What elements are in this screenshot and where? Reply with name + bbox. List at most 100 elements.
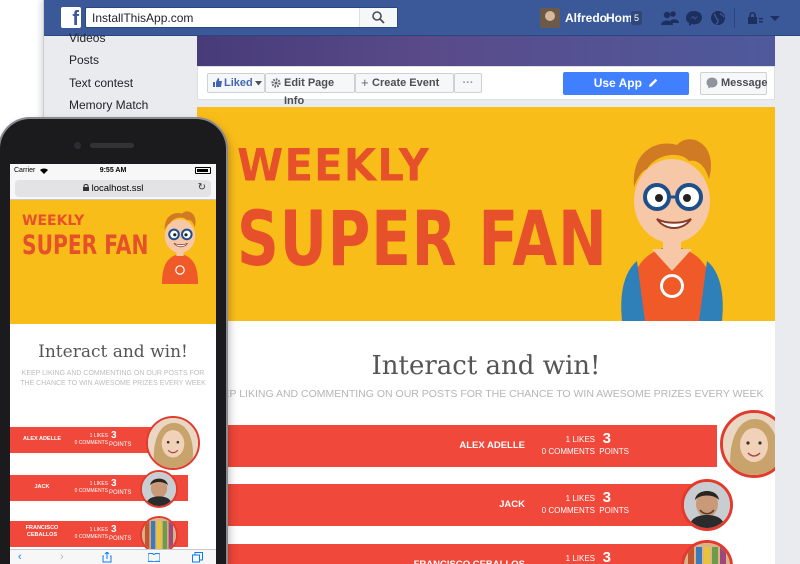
search-box[interactable]: InstallThisApp.com	[85, 7, 398, 28]
leader-points-label: POINTS	[599, 447, 629, 456]
battery-icon	[195, 167, 211, 174]
safari-toolbar: ‹ ›	[10, 549, 216, 564]
chevron-down-icon	[255, 81, 262, 86]
account-menu-icon[interactable]	[766, 10, 784, 26]
search-input[interactable]: InstallThisApp.com	[92, 11, 193, 25]
leader-points-label: POINTS	[599, 506, 629, 515]
leader-likes: 1 LIKES	[565, 435, 595, 444]
leader-stats: 1 LIKES 0 COMMENTS	[68, 527, 108, 541]
phone-banner-weekly-text: WEEKLY	[22, 213, 85, 229]
nav-divider	[734, 8, 735, 28]
leader-avatar	[681, 479, 733, 531]
leader-points-label: POINTS	[109, 442, 132, 448]
leader-points: 3	[111, 478, 117, 489]
reload-icon[interactable]: ↻	[198, 182, 206, 193]
create-event-button[interactable]: + Create Event	[355, 73, 454, 93]
forward-icon[interactable]: ›	[60, 551, 64, 564]
iphone-device: Carrier 9:55 AM localhost.ssl ↻ WEEKLY S…	[0, 119, 226, 564]
more-options-button[interactable]: ···	[454, 73, 482, 93]
liked-label: Liked	[224, 77, 253, 89]
bookmarks-icon[interactable]	[148, 553, 160, 562]
phone-status-bar: Carrier 9:55 AM	[10, 164, 216, 178]
clock-label: 9:55 AM	[99, 167, 127, 174]
leader-points: 3	[602, 430, 611, 447]
left-nav-videos[interactable]: Videos	[69, 31, 105, 45]
page-cover-photo	[197, 36, 775, 66]
left-nav-posts[interactable]: Posts	[69, 53, 99, 67]
interact-subline: KEEP LIKING AND COMMENTING ON OUR POSTS …	[208, 388, 764, 400]
app-canvas: WEEKLY SUPER FAN Interact and win! KEEP …	[197, 107, 775, 564]
page-action-bar: Liked Edit Page Info + Create Event ··· …	[197, 66, 775, 107]
plus-icon: +	[361, 75, 369, 90]
edit-page-info-button[interactable]: Edit Page Info	[265, 73, 355, 107]
user-name-link[interactable]: Alfredo	[565, 11, 607, 25]
leader-name: ALEX ADELLE	[23, 436, 61, 442]
leaderboard-row: JACK 1 LIKES 0 COMMENTS 3 POINTS	[197, 484, 717, 526]
phone-weekly-super-fan-banner: WEEKLY SUPER FAN	[10, 200, 216, 324]
banner-weekly-text: WEEKLY	[237, 139, 430, 192]
url-field[interactable]: localhost.ssl	[15, 183, 211, 194]
message-label: Message	[721, 77, 768, 89]
privacy-shortcuts-icon[interactable]	[746, 10, 764, 26]
phone-screen: Carrier 9:55 AM localhost.ssl ↻ WEEKLY S…	[10, 164, 216, 564]
phone-camera	[74, 142, 81, 149]
leader-points-label: POINTS	[109, 490, 132, 496]
messenger-bubble-icon	[706, 77, 718, 89]
phone-interact-heading: Interact and win!	[38, 342, 188, 362]
url-text: localhost.ssl	[91, 183, 144, 194]
leader-points: 3	[111, 524, 117, 535]
friend-requests-icon[interactable]	[661, 10, 679, 26]
leader-comments: 0 COMMENTS	[541, 447, 595, 456]
phone-leader-avatar	[146, 416, 200, 470]
leader-points-label: POINTS	[109, 536, 132, 542]
weekly-super-fan-banner: WEEKLY SUPER FAN	[197, 107, 775, 321]
leader-likes: 1 LIKES	[89, 433, 108, 439]
share-icon[interactable]	[102, 552, 112, 563]
facebook-logo-icon[interactable]: f	[61, 7, 81, 28]
leader-comments: 0 COMMENTS	[74, 534, 108, 540]
leader-comments: 0 COMMENTS	[74, 488, 108, 494]
leaderboard-row: FRANCISCO CEBALLOS 1 LIKES 0 COMMENTS 3 …	[197, 544, 717, 564]
safari-address-area: localhost.ssl ↻	[10, 178, 216, 200]
interact-heading: Interact and win!	[371, 351, 601, 381]
use-app-button[interactable]: Use App	[563, 72, 689, 95]
left-nav-memory-match[interactable]: Memory Match	[69, 98, 148, 112]
leader-likes: 1 LIKES	[89, 481, 108, 487]
leader-name: ALEX ADELLE	[459, 440, 525, 451]
leader-points: 3	[111, 430, 117, 441]
left-nav-text-contest[interactable]: Text contest	[69, 76, 133, 90]
pencil-icon	[649, 78, 658, 87]
create-event-label: Create Event	[372, 77, 440, 89]
phone-superhero-mascot-icon	[162, 211, 198, 284]
leader-likes: 1 LIKES	[565, 494, 595, 503]
back-icon[interactable]: ‹	[18, 551, 22, 564]
leader-comments: 0 COMMENTS	[74, 440, 108, 446]
search-icon	[372, 11, 385, 24]
leader-name: JACK	[34, 484, 50, 490]
leader-stats: 1 LIKES 0 COMMENTS	[68, 481, 108, 495]
leader-stats: 1 LIKES 0 COMMENTS	[68, 433, 108, 447]
facebook-top-bar: f InstallThisApp.com Alfredo Home 5	[44, 0, 800, 36]
phone-leader-avatar	[140, 470, 178, 508]
messenger-icon[interactable]	[685, 10, 703, 26]
leader-name: FRANCISCO CEBALLOS	[25, 525, 59, 538]
phone-speaker	[90, 143, 134, 148]
user-avatar[interactable]	[540, 8, 560, 28]
liked-button[interactable]: Liked	[207, 73, 265, 93]
leader-points: 3	[602, 549, 611, 564]
phone-banner-super-fan-text: SUPER FAN	[22, 231, 149, 261]
tabs-icon[interactable]	[192, 552, 203, 563]
phone-interact-subline: KEEP LIKING AND COMMENTING ON OUR POSTS …	[20, 370, 206, 387]
notifications-globe-icon[interactable]	[709, 10, 727, 26]
leader-stats: 1 LIKES 0 COMMENTS	[542, 434, 595, 458]
message-button[interactable]: Message	[700, 72, 767, 95]
edit-page-info-label: Edit Page Info	[284, 77, 335, 107]
leader-name: FRANCISCO CEBALLOS	[414, 559, 525, 564]
leaderboard-row: ALEX ADELLE 1 LIKES 0 COMMENTS 3 POINTS	[197, 425, 717, 467]
leader-stats: 1 LIKES 0 COMMENTS	[542, 493, 595, 517]
thumbs-up-icon	[213, 78, 222, 87]
search-button[interactable]	[359, 8, 397, 27]
address-bar[interactable]: localhost.ssl ↻	[15, 180, 211, 197]
leader-points: 3	[602, 489, 611, 506]
home-count-badge: 5	[631, 11, 642, 25]
